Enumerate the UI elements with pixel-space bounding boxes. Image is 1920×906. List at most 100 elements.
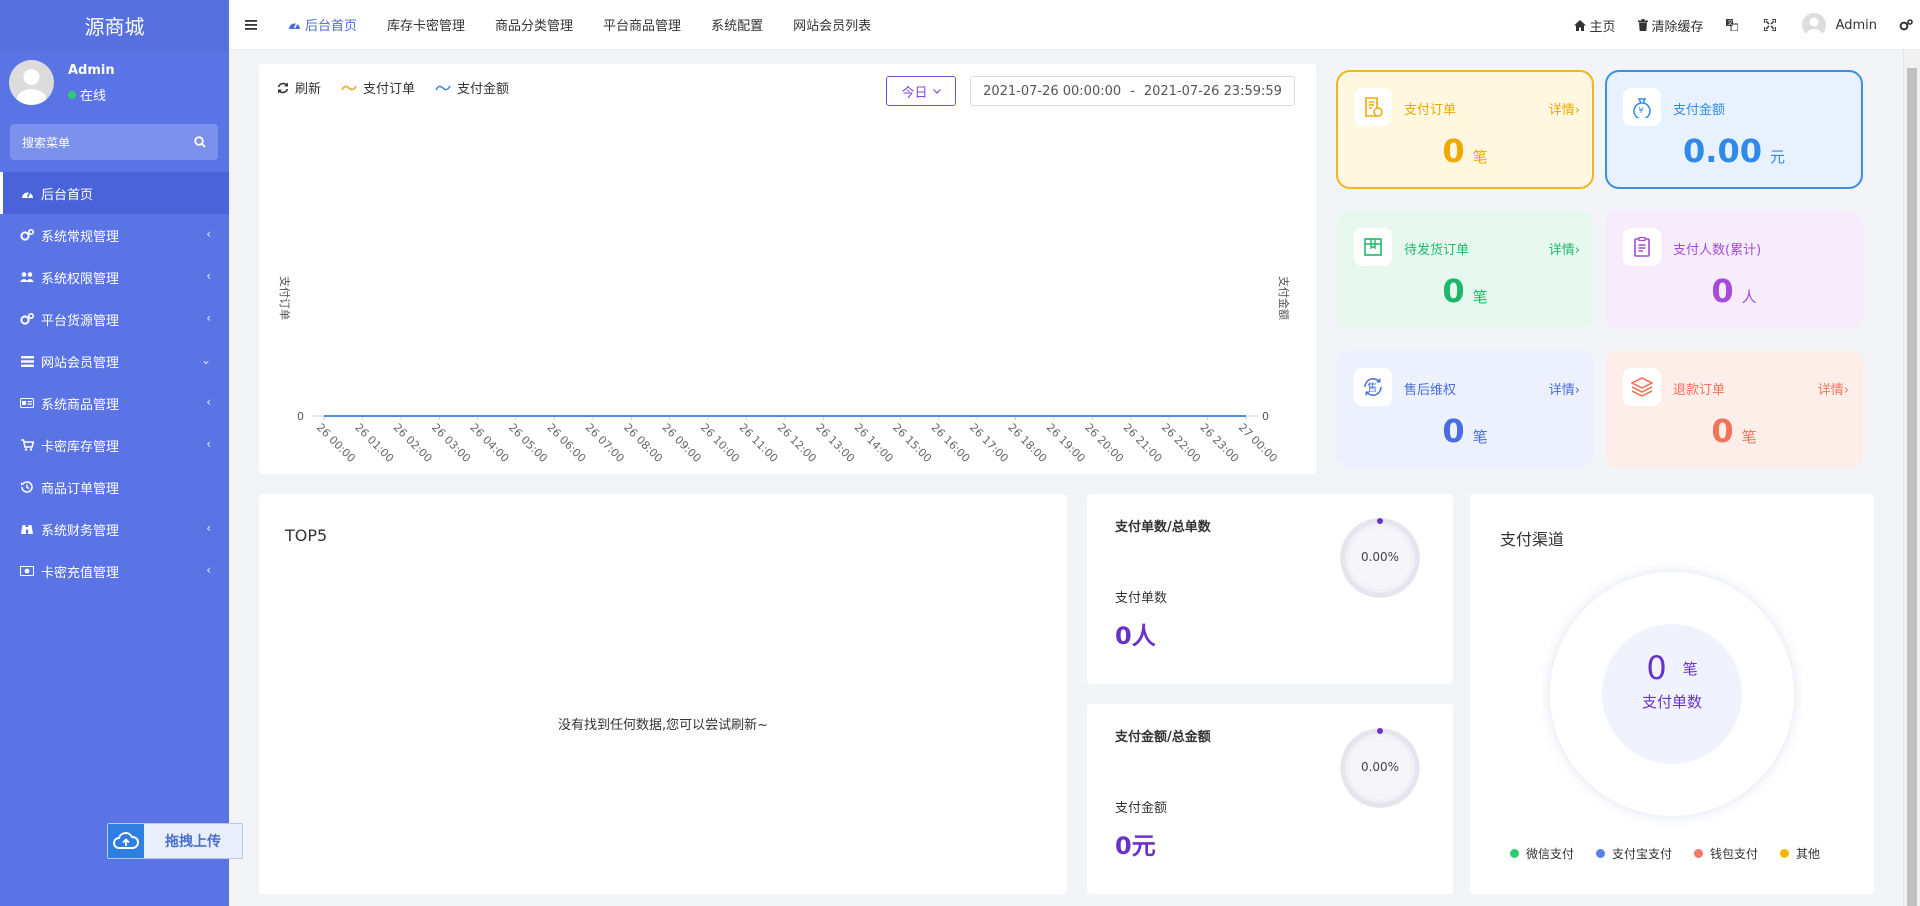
stat-card-after-sales[interactable]: 售 售后维权 详情› 0笔 (1336, 350, 1594, 469)
legend-dot-icon (1510, 849, 1519, 858)
stat-value: 0 (1711, 272, 1734, 310)
sidebar-item-finance[interactable]: 系统财务管理 ‹ (0, 508, 229, 550)
legend-item-wechat[interactable]: 微信支付 (1510, 845, 1574, 862)
stat-card-pending-shipment[interactable]: 待发货订单 详情› 0笔 (1336, 210, 1594, 329)
x-tick-label: 26 14:00 (852, 421, 896, 465)
drag-upload-button[interactable]: 拖拽上传 (107, 823, 243, 859)
avatar[interactable] (9, 60, 54, 105)
chart-toolbar: 刷新 支付订单 支付金额 (277, 78, 529, 97)
legend-orders[interactable]: 支付订单 (341, 78, 415, 97)
scrollbar-thumb[interactable] (1907, 68, 1917, 906)
brand-title[interactable]: 源商城 (0, 0, 229, 51)
user-menu[interactable]: Admin (1801, 13, 1877, 37)
sidebar-item-label: 系统商品管理 (41, 397, 120, 413)
menu-search-placeholder: 搜索菜单 (22, 135, 71, 150)
legend-orders-label: 支付订单 (363, 82, 416, 97)
line-chart: 支付订单 支付金额 0 0 26 00:0026 01:0026 02:0026 03:… (278, 276, 1291, 465)
period-select[interactable]: 今日 (886, 76, 956, 106)
stat-card-paying-users[interactable]: 支付人数(累计) 0人 (1605, 210, 1863, 329)
fullscreen-icon[interactable] (1763, 19, 1780, 31)
date-end: 2021-07-26 23:59:59 (1143, 83, 1282, 99)
layers-icon (1623, 368, 1661, 406)
refresh-label: 刷新 (295, 82, 322, 97)
stat-value-row: 0.00 元 (1607, 132, 1861, 170)
stat-card-paid-orders[interactable]: 支付订单 详情› 0笔 (1336, 70, 1594, 189)
stat-value: 0 (1442, 132, 1465, 170)
tab-system-config[interactable]: 系统配置 (696, 0, 778, 50)
x-tick-label: 26 12:00 (775, 421, 819, 465)
user-status-label: 在线 (80, 89, 107, 104)
sidebar-item-members[interactable]: 网站会员管理 ⌄ (0, 340, 229, 382)
percent-gauge: 0.00% (1336, 724, 1424, 812)
payment-channel-card: 支付渠道 0笔 支付单数 微信支付 支付宝支付 钱包支付 其他 (1470, 494, 1874, 894)
stat-title: 待发货订单 (1404, 243, 1470, 258)
tab-product-category[interactable]: 商品分类管理 (480, 0, 588, 50)
stat-card-refund-orders[interactable]: 退款订单 详情› 0笔 (1605, 350, 1863, 469)
history-icon (20, 480, 34, 494)
online-dot-icon (68, 90, 76, 99)
details-link[interactable]: 详情› (1818, 379, 1849, 398)
date-start: 2021-07-26 00:00:00 (983, 83, 1122, 99)
ratio-card-amount: 支付金额/总金额 0.00% 支付金额 0元 (1087, 704, 1453, 894)
user-panel: Admin 在线 (0, 51, 229, 117)
tab-dashboard[interactable]: 后台首页 (273, 0, 372, 50)
money-bag-icon: ¥ (1623, 88, 1661, 126)
sidebar-item-supply[interactable]: 平台货源管理 ‹ (0, 298, 229, 340)
home-link[interactable]: 主页 (1573, 16, 1616, 35)
sidebar-item-permissions[interactable]: 系统权限管理 ‹ (0, 256, 229, 298)
sidebar-item-dashboard[interactable]: 后台首页 (0, 172, 229, 214)
legend-orders-line-icon (341, 83, 363, 93)
x-tick-label: 26 07:00 (583, 421, 627, 465)
menu-search-input[interactable]: 搜索菜单 (10, 124, 218, 160)
stat-value-row: 0笔 (1338, 272, 1592, 310)
svg-text:¥: ¥ (1639, 106, 1644, 115)
sidebar-item-recharge[interactable]: 卡密充值管理 ‹ (0, 550, 229, 592)
legend-amount[interactable]: 支付金额 (435, 78, 509, 97)
legend-item-wallet[interactable]: 钱包支付 (1694, 845, 1758, 862)
details-link[interactable]: 详情› (1549, 99, 1580, 118)
after-sales-icon: 售 (1354, 368, 1392, 406)
sidebar-item-label: 系统常规管理 (41, 229, 120, 245)
ratio-card-orders: 支付单数/总单数 0.00% 支付单数 0人 (1087, 494, 1453, 684)
legend-item-other[interactable]: 其他 (1780, 845, 1820, 862)
tab-member-list[interactable]: 网站会员列表 (778, 0, 886, 50)
gears-icon[interactable] (1899, 19, 1917, 31)
sidebar-item-products[interactable]: 系统商品管理 ‹ (0, 382, 229, 424)
sidebar-item-general[interactable]: 系统常规管理 ‹ (0, 214, 229, 256)
tab-card-stock[interactable]: 库存卡密管理 (372, 0, 480, 50)
sidebar-item-orders[interactable]: 商品订单管理 (0, 466, 229, 508)
dashboard-icon (20, 186, 34, 200)
refresh-button[interactable]: 刷新 (277, 78, 321, 97)
legend-label: 支付宝支付 (1612, 847, 1673, 861)
x-tick-label: 26 22:00 (1159, 421, 1203, 465)
sidebar-item-label: 网站会员管理 (41, 355, 120, 371)
ratio-title: 支付金额/总金额 (1115, 730, 1211, 745)
legend-label: 微信支付 (1526, 847, 1575, 861)
chevron-left-icon: ‹ (206, 269, 211, 283)
stat-title: 支付金额 (1673, 103, 1726, 118)
x-tick-label: 26 18:00 (1005, 421, 1049, 465)
cart-icon (20, 438, 34, 452)
details-link[interactable]: 详情› (1549, 379, 1580, 398)
menu-toggle-icon[interactable] (229, 19, 273, 30)
user-name: Admin (1835, 17, 1877, 33)
legend-amount-label: 支付金额 (457, 82, 510, 97)
sidebar-item-label: 系统权限管理 (41, 271, 120, 287)
trash-icon (1637, 19, 1652, 31)
stat-card-paid-amount[interactable]: ¥ 支付金额 0.00 元 (1605, 70, 1863, 189)
legend-amount-line-icon (435, 83, 457, 93)
sidebar-item-card-stock[interactable]: 卡密库存管理 ‹ (0, 424, 229, 466)
date-range-input[interactable]: 2021-07-26 00:00:00 - 2021-07-26 23:59:5… (970, 76, 1295, 106)
tab-platform-products[interactable]: 平台商品管理 (588, 0, 696, 50)
x-tick-label: 26 21:00 (1121, 421, 1165, 465)
clear-cache-button[interactable]: 清除缓存 (1637, 16, 1704, 35)
translate-icon[interactable]: 文 (1725, 19, 1742, 31)
channel-unit: 笔 (1682, 660, 1698, 678)
search-icon[interactable] (194, 136, 206, 148)
page-scrollbar[interactable] (1903, 50, 1920, 906)
stat-unit: 笔 (1472, 428, 1488, 446)
home-label: 主页 (1589, 19, 1616, 35)
legend-item-alipay[interactable]: 支付宝支付 (1596, 845, 1672, 862)
details-link[interactable]: 详情› (1549, 239, 1580, 258)
x-tick-label: 26 15:00 (890, 421, 934, 465)
